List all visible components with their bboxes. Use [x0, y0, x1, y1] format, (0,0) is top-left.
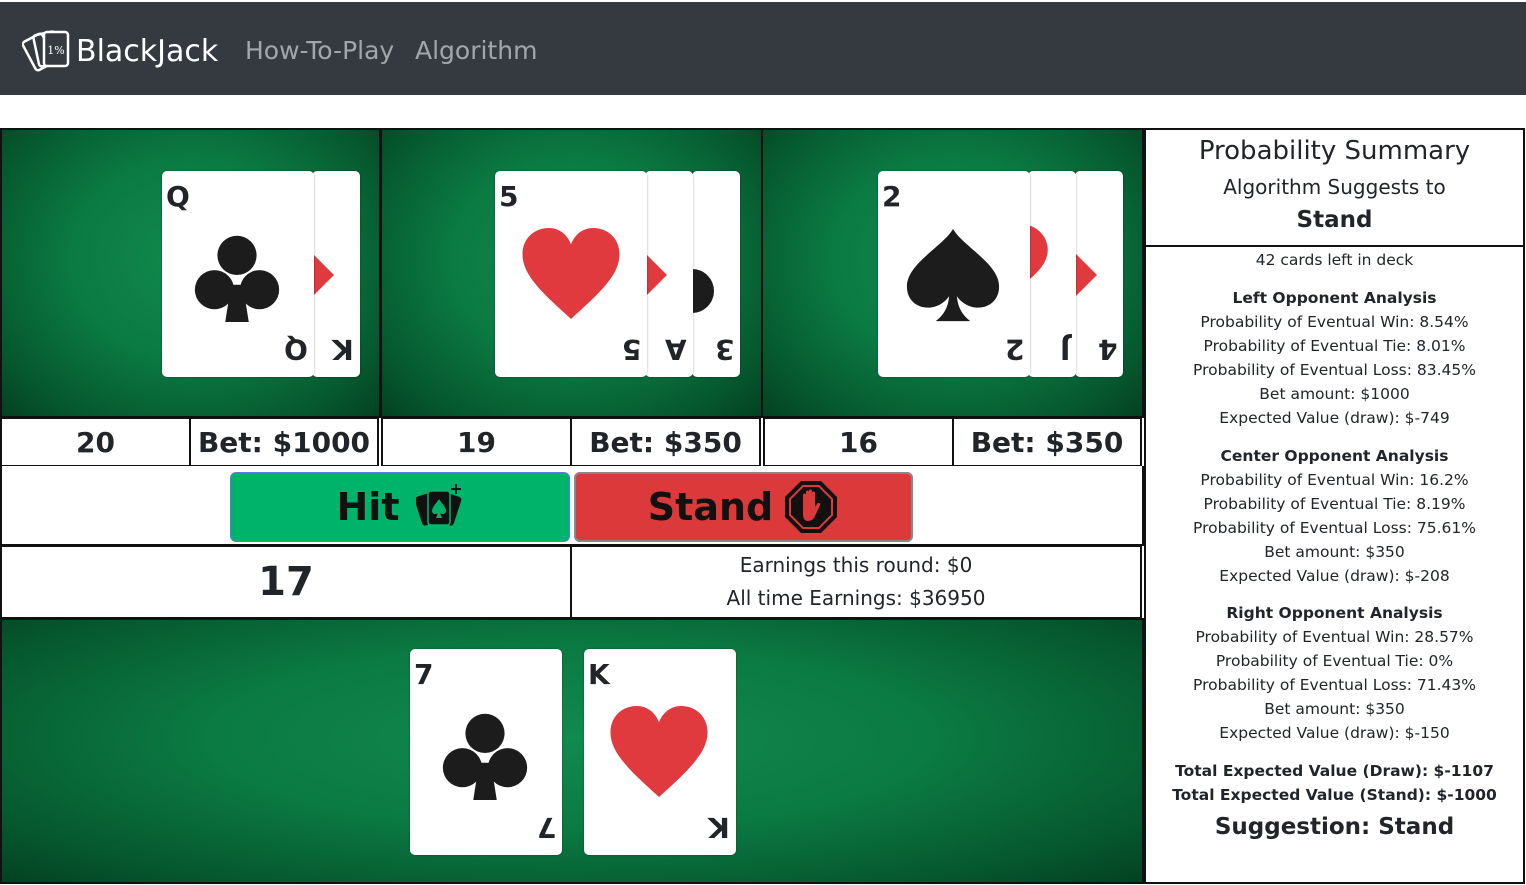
analysis-line: Expected Value (draw): $-150 [1219, 724, 1450, 742]
brand[interactable]: 1% BlackJack [22, 28, 218, 74]
club-pip-icon [442, 713, 528, 801]
player-table: 7 7 K K [0, 618, 1144, 884]
center-card-1: 5 5 [495, 171, 647, 377]
left-opponent-total: 20 [0, 417, 191, 467]
player-card-2: K K [584, 649, 736, 855]
totals: Total Expected Value (Draw): $-1107 Tota… [1146, 759, 1523, 807]
action-bar [0, 466, 1144, 546]
navbar: 1% BlackJack How-To-Play Algorithm [0, 0, 1526, 95]
suggestion: Suggestion: Stand [1214, 814, 1455, 840]
analysis-line: Probability of Eventual Tie: 0% [1215, 652, 1454, 670]
analysis-line: Probability of Eventual Win: 8.54% [1200, 313, 1469, 331]
heart-pip-icon [522, 228, 620, 319]
card-rank-bottom: K [708, 811, 730, 844]
card-rank: K [588, 658, 610, 691]
brand-name: BlackJack [76, 33, 219, 69]
total-ev-draw: Total Expected Value (Draw): $-1107 [1175, 762, 1494, 780]
club-pip-icon [194, 235, 280, 323]
heart-pip-icon [1028, 225, 1048, 281]
heart-pip-icon [312, 253, 334, 297]
card-rank: 5 [499, 180, 519, 213]
right-card-2: J [1028, 171, 1076, 377]
spade-pip-icon [692, 269, 714, 313]
analysis-line: Bet amount: $350 [1264, 543, 1405, 561]
right-opponent-total: 16 [763, 417, 954, 467]
center-opponent-bet: Bet: $350 [570, 417, 761, 467]
analysis-line: Probability of Eventual Tie: 8.19% [1203, 495, 1466, 513]
cards-plus-icon [415, 484, 461, 526]
summary-action: Stand [1296, 207, 1373, 233]
analysis-line: Probability of Eventual Loss: 75.61% [1193, 519, 1476, 537]
analysis-line: Probability of Eventual Win: 16.2% [1200, 471, 1469, 489]
card-rank-bottom: 2 [1004, 333, 1024, 366]
left-card-1: Q Q [162, 171, 314, 377]
analysis-heading: Left Opponent Analysis [1232, 289, 1437, 307]
summary-header: Probability Summary Algorithm Suggests t… [1146, 130, 1523, 247]
card-rank-bottom: 4 [1097, 333, 1117, 366]
card-rank-bottom: 3 [714, 333, 734, 366]
center-card-3: 3 [692, 171, 740, 377]
card-rank: 7 [414, 658, 434, 691]
player-card-1: 7 7 [410, 649, 562, 855]
card-rank-bottom: Q [284, 333, 308, 366]
analysis-line: Bet amount: $350 [1264, 700, 1405, 718]
earnings-box: Earnings this round: $0 All time Earning… [570, 545, 1142, 619]
card-rank-bottom: K [332, 333, 354, 366]
nav-algorithm[interactable]: Algorithm [415, 36, 537, 65]
stand-button[interactable]: Stand [574, 472, 913, 542]
analysis-line: Bet amount: $1000 [1259, 385, 1410, 403]
card-rank-bottom: 7 [536, 811, 556, 844]
probability-summary: Probability Summary Algorithm Suggests t… [1144, 128, 1525, 884]
earnings-round: Earnings this round: $0 [739, 553, 973, 577]
stand-label: Stand [647, 485, 774, 529]
analysis-line: Probability of Eventual Loss: 71.43% [1193, 676, 1476, 694]
card-rank-bottom: A [665, 333, 687, 366]
left-opponent-bet: Bet: $1000 [189, 417, 379, 467]
analysis-line: Expected Value (draw): $-749 [1219, 409, 1450, 427]
hit-button[interactable]: Hit [230, 472, 570, 542]
total-ev-stand: Total Expected Value (Stand): $-1000 [1172, 786, 1497, 804]
right-analysis: Right Opponent Analysis Probability of E… [1146, 601, 1523, 745]
heart-pip-icon [610, 706, 708, 797]
left-analysis: Left Opponent Analysis Probability of Ev… [1146, 286, 1523, 430]
deck-count: 42 cards left in deck [1255, 251, 1414, 269]
player-total: 17 [0, 545, 572, 619]
brand-icon-text: 1% [47, 44, 64, 57]
right-opponent-bet: Bet: $350 [952, 417, 1142, 467]
cards-logo-icon: 1% [22, 30, 70, 72]
analysis-line: Probability of Eventual Loss: 83.45% [1193, 361, 1476, 379]
card-rank-bottom: J [1059, 333, 1070, 366]
left-card-2: K [312, 171, 360, 377]
right-card-3: 4 [1075, 171, 1123, 377]
earnings-all-time: All time Earnings: $36950 [726, 586, 986, 610]
analysis-line: Probability of Eventual Win: 28.57% [1195, 628, 1474, 646]
left-opponent-table: K Q Q [0, 128, 381, 418]
center-card-2: A [645, 171, 693, 377]
analysis-line: Probability of Eventual Tie: 8.01% [1203, 337, 1466, 355]
card-rank: Q [166, 180, 190, 213]
summary-title: Probability Summary [1198, 136, 1471, 166]
heart-pip-icon [645, 253, 667, 297]
hit-label: Hit [336, 485, 400, 529]
heart-pip-icon [1075, 253, 1097, 297]
summary-subtitle: Algorithm Suggests to [1223, 175, 1446, 199]
analysis-heading: Center Opponent Analysis [1220, 447, 1449, 465]
nav-how-to-play[interactable]: How-To-Play [245, 36, 394, 65]
analysis-heading: Right Opponent Analysis [1226, 604, 1443, 622]
card-rank-bottom: 5 [621, 333, 641, 366]
right-card-1: 2 2 [878, 171, 1030, 377]
analysis-line: Expected Value (draw): $-208 [1219, 567, 1450, 585]
center-analysis: Center Opponent Analysis Probability of … [1146, 444, 1523, 588]
center-opponent-table: 3 A 5 5 [380, 128, 763, 418]
card-rank: 2 [882, 180, 902, 213]
right-opponent-table: 4 J 2 2 [761, 128, 1144, 418]
stop-hand-icon [785, 481, 838, 533]
spade-pip-icon [906, 228, 1000, 322]
center-opponent-total: 19 [381, 417, 572, 467]
